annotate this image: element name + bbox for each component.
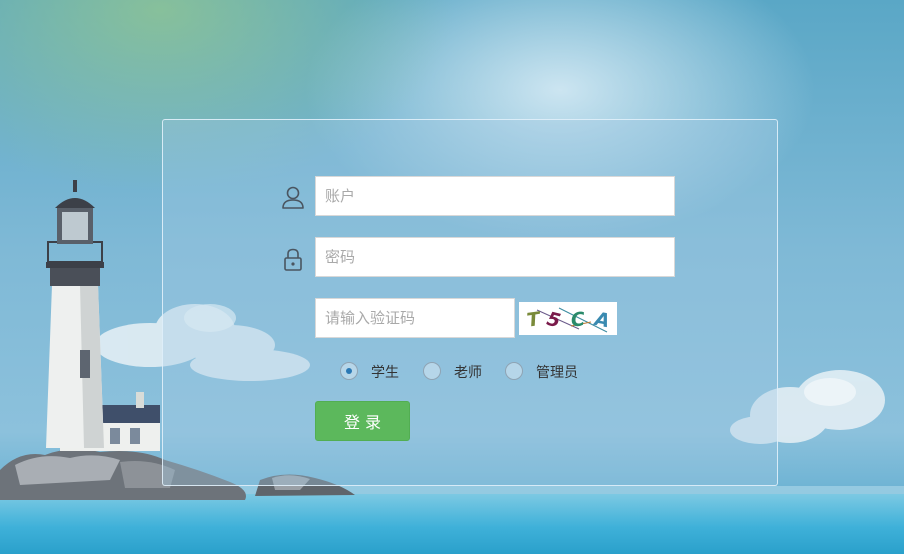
user-icon [280,185,306,211]
radio-circle[interactable] [340,362,358,380]
radio-circle[interactable] [505,362,523,380]
role-label: 学生 [371,365,399,381]
account-input[interactable] [315,176,675,216]
login-button[interactable]: 登 录 [315,401,410,441]
radio-circle[interactable] [423,362,441,380]
lock-icon [280,246,306,272]
role-label: 老师 [454,365,482,381]
captcha-char: A [591,308,611,333]
captcha-image[interactable]: T5CA [519,302,617,335]
password-input[interactable] [315,237,675,277]
captcha-char: C [570,308,586,331]
captcha-char: 5 [545,308,563,333]
captcha-input[interactable] [315,298,515,338]
role-label: 管理员 [536,365,578,381]
